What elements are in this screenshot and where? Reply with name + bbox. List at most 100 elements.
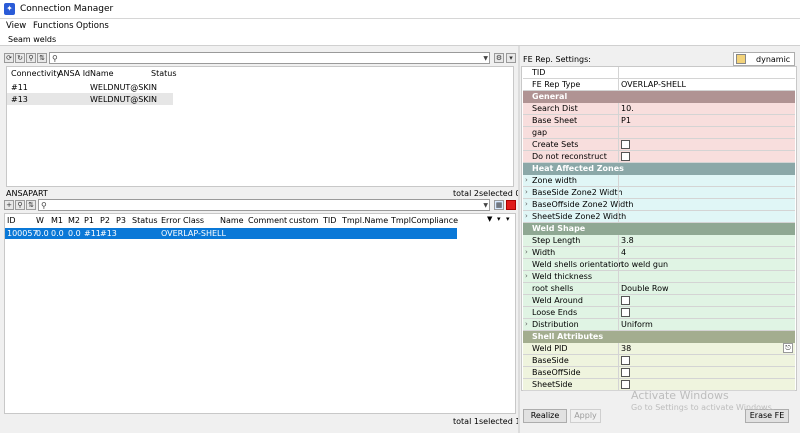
step-length-value[interactable]: 3.8	[618, 235, 795, 246]
column-header[interactable]: Status	[132, 216, 158, 225]
baseside-row[interactable]: BaseSide	[523, 355, 795, 367]
column-header[interactable]: P2	[100, 216, 110, 225]
table-row[interactable]: 100057 0.0 0.0 0.0 #11 #13 OVERLAP-SHELL	[5, 228, 457, 239]
create-sets-checkbox[interactable]	[621, 140, 630, 149]
loose-ends-row[interactable]: Loose Ends	[523, 307, 795, 319]
expand-chevron-icon[interactable]: ›	[525, 248, 528, 256]
chevron-down-icon[interactable]: ▼	[483, 53, 488, 64]
red-status-icon[interactable]	[506, 200, 516, 210]
grid-view-icon[interactable]: ▦	[494, 200, 504, 210]
bottom-search-box[interactable]: ⚲ ▼	[38, 199, 490, 211]
chevron-down-icon[interactable]: ▼	[483, 200, 488, 211]
weld-thickness-value[interactable]	[618, 271, 795, 282]
column-header[interactable]: Name	[220, 216, 244, 225]
top-search-input[interactable]	[62, 53, 477, 63]
add-icon[interactable]: +	[4, 200, 14, 210]
column-header[interactable]: custom	[289, 216, 318, 225]
fe-rep-type-value[interactable]: OVERLAP-SHELL	[618, 79, 795, 90]
realize-button[interactable]: Realize	[523, 409, 567, 423]
section-shell-attributes[interactable]: Shell Attributes	[523, 331, 795, 343]
do-not-reconstruct-checkbox[interactable]	[621, 152, 630, 161]
dynamic-mode-button[interactable]: dynamic	[733, 52, 795, 66]
sheetside-checkbox[interactable]	[621, 380, 630, 389]
column-header[interactable]: TmplCompliance	[391, 216, 458, 225]
menu-functions[interactable]: Functions	[33, 21, 74, 31]
section-weld-shape[interactable]: Weld Shape	[523, 223, 795, 235]
refresh-icon[interactable]: ⟳	[4, 53, 14, 63]
weld-pid-value[interactable]: 38	[618, 343, 795, 354]
pid-picker-icon[interactable]: ⎋	[783, 343, 793, 353]
base-sheet-row[interactable]: Base Sheet P1	[523, 115, 795, 127]
weld-shells-orientation-row[interactable]: Weld shells orientation to weld gun	[523, 259, 795, 271]
table-row[interactable]: #13 WELDNUT@SKIN	[7, 93, 173, 105]
chevron-down-icon[interactable]: ▾	[497, 215, 501, 223]
tid-row[interactable]: TID	[523, 67, 795, 79]
column-header[interactable]: P3	[116, 216, 126, 225]
column-header[interactable]: Status	[151, 69, 177, 78]
distribution-value[interactable]: Uniform	[618, 319, 795, 330]
baseside-checkbox[interactable]	[621, 356, 630, 365]
menu-options[interactable]: Options	[76, 21, 109, 31]
column-header[interactable]: ID	[7, 216, 16, 225]
column-header[interactable]: W	[36, 216, 44, 225]
menu-view[interactable]: View	[6, 21, 26, 31]
baseoffside-zone2-width-row[interactable]: › BaseOffside Zone2 Width	[523, 199, 795, 211]
bottom-search-input[interactable]	[51, 200, 477, 210]
column-header[interactable]: M1	[51, 216, 63, 225]
weld-shells-orientation-value[interactable]: to weld gun	[618, 259, 795, 270]
column-header[interactable]: TID	[323, 216, 336, 225]
expand-chevron-icon[interactable]: ›	[525, 320, 528, 328]
create-sets-row[interactable]: Create Sets	[523, 139, 795, 151]
section-general[interactable]: General	[523, 91, 795, 103]
column-header[interactable]: Name	[90, 69, 114, 78]
expand-chevron-icon[interactable]: ›	[525, 188, 528, 196]
width-value[interactable]: 4	[618, 247, 795, 258]
weld-around-checkbox[interactable]	[621, 296, 630, 305]
expand-chevron-icon[interactable]: ›	[525, 176, 528, 184]
do-not-reconstruct-row[interactable]: Do not reconstruct	[523, 151, 795, 163]
zoom-icon[interactable]: ⚲	[15, 200, 25, 210]
baseoffside-row[interactable]: BaseOffSide	[523, 367, 795, 379]
sort-icon[interactable]: ⇅	[37, 53, 47, 63]
column-menu-icon[interactable]: ▾	[506, 215, 510, 223]
baseoffside-zone2-width-value[interactable]	[618, 199, 795, 210]
width-row[interactable]: › Width 4	[523, 247, 795, 259]
root-shells-value[interactable]: Double Row	[618, 283, 795, 294]
search-dist-row[interactable]: Search Dist 10.	[523, 103, 795, 115]
expand-chevron-icon[interactable]: ›	[525, 212, 528, 220]
fe-rep-type-row[interactable]: FE Rep Type OVERLAP-SHELL	[523, 79, 795, 91]
column-header[interactable]: ANSA Id	[58, 69, 90, 78]
expand-chevron-icon[interactable]: ›	[525, 200, 528, 208]
step-length-row[interactable]: Step Length 3.8	[523, 235, 795, 247]
column-header[interactable]: P1	[84, 216, 94, 225]
gap-value[interactable]	[618, 127, 795, 138]
gap-row[interactable]: gap	[523, 127, 795, 139]
baseside-zone2-width-value[interactable]	[618, 187, 795, 198]
apply-button[interactable]: Apply	[570, 409, 601, 423]
loose-ends-checkbox[interactable]	[621, 308, 630, 317]
settings-gear-icon[interactable]: ⚙	[494, 53, 504, 63]
baseoffside-checkbox[interactable]	[621, 368, 630, 377]
tid-value[interactable]	[618, 67, 795, 78]
filter-icon[interactable]: ▾	[506, 53, 516, 63]
weld-pid-row[interactable]: Weld PID 38 ⎋	[523, 343, 795, 355]
column-header[interactable]: Tmpl.Name	[342, 216, 388, 225]
search-dist-value[interactable]: 10.	[618, 103, 795, 114]
column-header[interactable]: Connectivity	[11, 69, 61, 78]
top-search-box[interactable]: ⚲ ▼	[49, 52, 490, 64]
filter-icon[interactable]: ▼	[487, 215, 492, 223]
sync-icon[interactable]: ↻	[15, 53, 25, 63]
panel-splitter[interactable]	[518, 46, 520, 433]
weld-around-row[interactable]: Weld Around	[523, 295, 795, 307]
zoom-icon[interactable]: ⚲	[26, 53, 36, 63]
expand-chevron-icon[interactable]: ›	[525, 272, 528, 280]
column-header[interactable]: M2	[68, 216, 80, 225]
column-header[interactable]: Error Class	[161, 216, 204, 225]
sort-icon[interactable]: ⇅	[26, 200, 36, 210]
sheetside-zone2-width-row[interactable]: › SheetSide Zone2 Width	[523, 211, 795, 223]
root-shells-row[interactable]: root shells Double Row	[523, 283, 795, 295]
zone-width-row[interactable]: › Zone width	[523, 175, 795, 187]
base-sheet-value[interactable]: P1	[618, 115, 795, 126]
section-heat-affected-zones[interactable]: Heat Affected Zones	[523, 163, 795, 175]
baseside-zone2-width-row[interactable]: › BaseSide Zone2 Width	[523, 187, 795, 199]
